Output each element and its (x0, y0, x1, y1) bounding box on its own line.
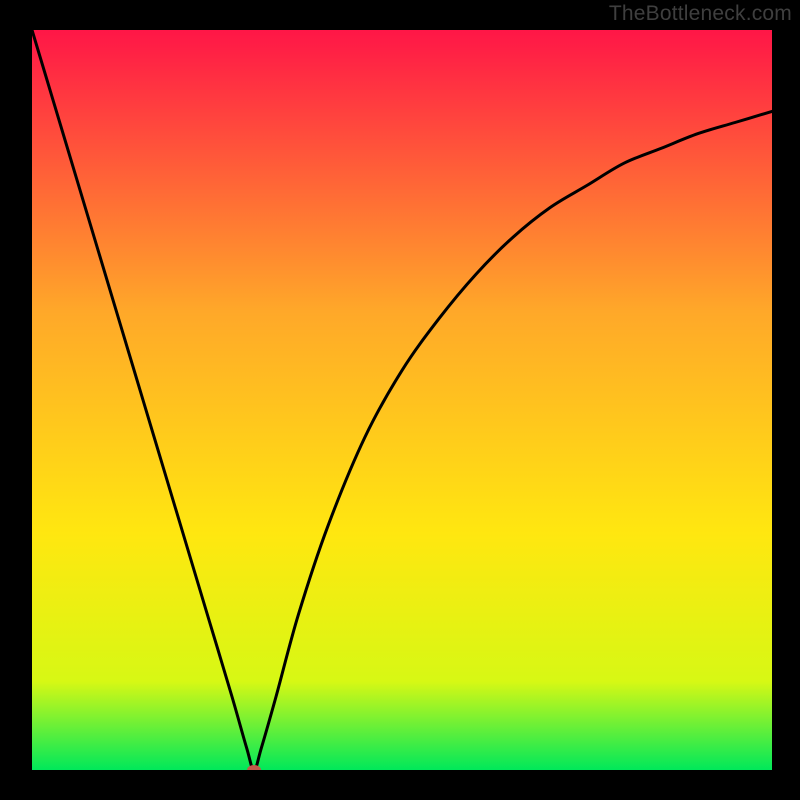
plot-area (32, 30, 772, 770)
chart-svg (32, 30, 772, 770)
watermark-text: TheBottleneck.com (609, 2, 792, 26)
chart-frame: TheBottleneck.com (0, 0, 800, 800)
